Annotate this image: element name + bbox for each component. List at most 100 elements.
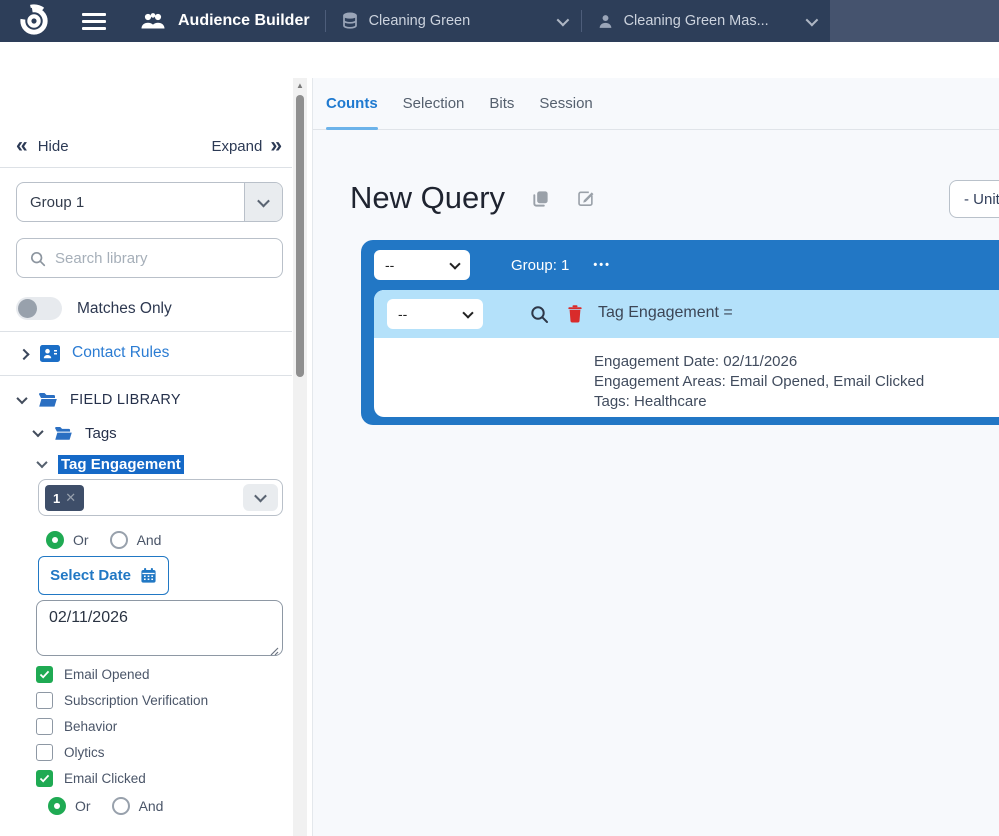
- units-selector[interactable]: - Unit: [949, 180, 999, 218]
- tab-bits[interactable]: Bits: [489, 78, 514, 130]
- checkbox-olytics[interactable]: Olytics: [36, 744, 105, 761]
- search-icon: [29, 250, 46, 267]
- group-operator-select[interactable]: --: [374, 250, 470, 280]
- checkbox-label: Subscription Verification: [64, 693, 208, 708]
- navbar-divider: [325, 10, 326, 32]
- chevron-down-icon: [32, 426, 43, 437]
- checkbox-unchecked-icon[interactable]: [36, 744, 53, 761]
- contact-rules-label: Contact Rules: [72, 344, 169, 362]
- matches-only-row: Matches Only: [16, 297, 172, 320]
- divider: [0, 167, 292, 168]
- database-selector-value: Cleaning Green: [369, 13, 471, 29]
- units-selector-value: - Unit: [964, 191, 999, 208]
- and-radio[interactable]: [110, 531, 128, 549]
- query-rule-container: -- Tag Eng: [374, 290, 999, 417]
- divider: [0, 331, 292, 332]
- or-label: Or: [75, 798, 91, 814]
- folder-icon: [54, 426, 73, 441]
- checkbox-unchecked-icon[interactable]: [36, 718, 53, 735]
- hide-button[interactable]: Hide: [16, 136, 69, 156]
- checkbox-behavior[interactable]: Behavior: [36, 718, 117, 735]
- scroll-up-icon[interactable]: ▲: [293, 81, 307, 90]
- chevron-down-icon: [16, 393, 27, 404]
- rule-operator-select[interactable]: --: [387, 299, 483, 329]
- checkbox-checked-icon[interactable]: [36, 770, 53, 787]
- copy-icon[interactable]: [531, 189, 550, 208]
- chevron-right-icon: [18, 349, 29, 360]
- database-icon: [341, 12, 359, 30]
- group-select[interactable]: Group 1: [16, 182, 283, 222]
- group-label: Group: 1: [511, 257, 569, 274]
- selected-tag-chip: 1: [45, 485, 84, 511]
- expand-button[interactable]: Expand: [211, 136, 282, 156]
- checkbox-checked-icon[interactable]: [36, 666, 53, 683]
- tab-selection[interactable]: Selection: [403, 78, 465, 130]
- chip-value: 1: [53, 491, 60, 506]
- chevron-down-icon: [449, 258, 460, 269]
- query-group-box: -- Group: 1 --: [361, 240, 999, 425]
- top-navbar: Audience Builder Cleaning Green: [0, 0, 999, 42]
- chevron-down-icon: [36, 457, 47, 468]
- rule-search-icon[interactable]: [529, 304, 549, 329]
- calendar-icon: [140, 567, 157, 584]
- page-title: New Query: [350, 180, 505, 216]
- query-title-row: New Query: [350, 180, 595, 216]
- or-radio[interactable]: [46, 531, 64, 549]
- chevron-down-icon[interactable]: [244, 183, 282, 221]
- navbar-divider: [581, 10, 582, 32]
- matches-only-toggle[interactable]: [16, 297, 62, 320]
- chevron-down-icon[interactable]: [243, 484, 278, 511]
- delete-rule-icon[interactable]: [566, 303, 584, 329]
- and-radio[interactable]: [112, 797, 130, 815]
- tab-bar: Counts Selection Bits Session: [313, 78, 999, 130]
- chevron-down-icon: [556, 13, 569, 26]
- app-logo-icon[interactable]: [17, 4, 51, 38]
- expand-label: Expand: [211, 138, 262, 155]
- menu-icon[interactable]: [82, 13, 106, 30]
- rule-detail-line: Tags: Healthcare: [594, 392, 924, 412]
- sidebar-item-field-library[interactable]: FIELD LIBRARY: [18, 388, 181, 412]
- tag-multiselect[interactable]: 1: [38, 479, 283, 516]
- checkbox-subscription-verification[interactable]: Subscription Verification: [36, 692, 208, 709]
- rule-detail-line: Engagement Date: 02/11/2026: [594, 352, 924, 372]
- sidebar-item-tags[interactable]: Tags: [34, 421, 117, 445]
- rule-detail-line: Engagement Areas: Email Opened, Email Cl…: [594, 372, 924, 392]
- folder-icon: [38, 392, 58, 408]
- group-menu-icon[interactable]: [593, 259, 611, 271]
- area-operator-radios: Or And: [48, 797, 175, 815]
- checkbox-email-clicked[interactable]: Email Clicked: [36, 770, 146, 787]
- scrollbar-thumb[interactable]: [296, 95, 304, 377]
- profile-selector[interactable]: Cleaning Green Mas...: [597, 13, 815, 30]
- tab-counts[interactable]: Counts: [326, 78, 378, 130]
- remove-chip-icon[interactable]: [65, 490, 76, 506]
- edit-icon[interactable]: [576, 189, 595, 208]
- checkbox-label: Email Opened: [64, 667, 150, 682]
- sidebar-item-contact-rules[interactable]: Contact Rules: [20, 339, 169, 367]
- checkbox-email-opened[interactable]: Email Opened: [36, 666, 150, 683]
- rule-title: Tag Engagement =: [598, 304, 733, 322]
- rule-operator-value: --: [398, 306, 407, 322]
- or-radio[interactable]: [48, 797, 66, 815]
- profile-selector-value: Cleaning Green Mas...: [624, 13, 769, 29]
- navbar-dark-section: Audience Builder Cleaning Green: [0, 0, 830, 42]
- search-input[interactable]: [55, 250, 270, 267]
- select-date-label: Select Date: [50, 567, 131, 584]
- select-date-button[interactable]: Select Date: [38, 556, 169, 595]
- checkbox-unchecked-icon[interactable]: [36, 692, 53, 709]
- sidebar-collapse-row: Hide Expand: [16, 132, 282, 160]
- chevron-down-icon: [805, 13, 818, 26]
- audience-icon: [140, 12, 166, 31]
- date-input[interactable]: [36, 600, 283, 656]
- matches-only-label: Matches Only: [77, 300, 172, 318]
- group-operator-value: --: [385, 257, 394, 273]
- sidebar-item-tag-engagement[interactable]: Tag Engagement: [38, 453, 184, 475]
- tab-session[interactable]: Session: [539, 78, 592, 130]
- query-rule-row: -- Tag Eng: [374, 290, 999, 338]
- sidebar: Hide Expand Group 1 Matches Only: [0, 42, 292, 836]
- hide-label: Hide: [38, 138, 69, 155]
- sidebar-scrollbar[interactable]: ▲: [293, 78, 307, 836]
- main-panel: Counts Selection Bits Session New Query: [312, 78, 999, 836]
- database-selector[interactable]: Cleaning Green: [341, 12, 566, 30]
- field-library-label: FIELD LIBRARY: [70, 392, 181, 408]
- group-select-value: Group 1: [30, 194, 84, 211]
